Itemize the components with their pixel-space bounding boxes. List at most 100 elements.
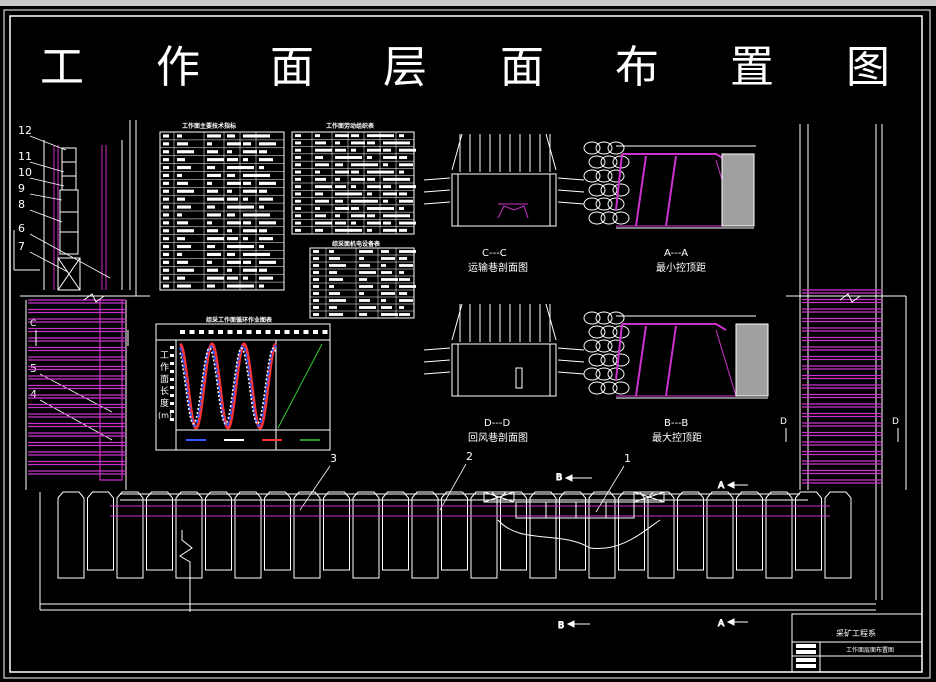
table-cell-text bbox=[177, 150, 194, 154]
table-cell-text bbox=[383, 163, 388, 167]
callout-1: 1 bbox=[624, 452, 631, 465]
table-cell-text bbox=[227, 173, 235, 178]
table-cell-text bbox=[383, 214, 400, 218]
table-cell-text bbox=[383, 170, 394, 174]
length-tick-label bbox=[170, 370, 174, 373]
table-cell-text bbox=[259, 134, 270, 138]
time-tick-label bbox=[284, 330, 290, 334]
table-cell-text bbox=[351, 185, 356, 189]
table-cell-text bbox=[399, 228, 407, 232]
support-frame bbox=[99, 299, 123, 481]
table-cell-text bbox=[243, 158, 248, 162]
table-cell-text bbox=[329, 306, 337, 309]
shield bbox=[264, 491, 291, 571]
table-cell-text bbox=[335, 214, 340, 218]
table-cell-text bbox=[367, 207, 384, 210]
shield bbox=[706, 491, 734, 579]
table-cell-text bbox=[359, 264, 370, 267]
table-cell-text bbox=[383, 156, 397, 159]
shield bbox=[411, 491, 439, 579]
table-cell-text bbox=[399, 156, 407, 159]
callout-11: 11 bbox=[18, 150, 32, 163]
coal-face bbox=[721, 153, 755, 227]
table-cell-text bbox=[383, 192, 397, 196]
section-a-mark: A---A bbox=[664, 248, 688, 259]
support-leg bbox=[635, 155, 647, 227]
table-cell-text bbox=[351, 192, 362, 196]
callout-10: 10 bbox=[18, 166, 32, 179]
shield bbox=[824, 491, 852, 579]
table-cell-text bbox=[259, 165, 264, 170]
table-cell-text bbox=[381, 264, 386, 267]
table-cell-text bbox=[177, 260, 188, 264]
table-cell-text bbox=[367, 214, 375, 218]
table-cell-text bbox=[177, 165, 191, 170]
shield bbox=[765, 491, 793, 579]
title-char: 图 bbox=[846, 42, 890, 93]
table-cell-text bbox=[259, 260, 276, 264]
shield bbox=[175, 491, 203, 579]
table-cell-text bbox=[243, 252, 260, 257]
support-leg bbox=[665, 155, 677, 227]
table-cell-text bbox=[359, 306, 376, 309]
table-cell-text bbox=[295, 221, 301, 225]
table-cell-text bbox=[329, 250, 334, 253]
table-cell-text bbox=[367, 156, 372, 159]
table-cell-text bbox=[227, 158, 238, 162]
caved-rock bbox=[612, 381, 630, 395]
table-cell-text bbox=[295, 192, 301, 196]
table-cell-text bbox=[177, 237, 185, 241]
coal-face bbox=[735, 323, 769, 397]
break-symbol bbox=[179, 530, 193, 612]
title-char: 面 bbox=[270, 42, 314, 93]
table-cell-text bbox=[243, 284, 254, 288]
table-cell-text bbox=[329, 313, 343, 316]
table-cell-text bbox=[381, 285, 389, 288]
table-cell-text bbox=[399, 141, 410, 145]
table-cell-text bbox=[335, 199, 343, 203]
rib-bolt bbox=[423, 347, 451, 351]
face-line bbox=[110, 505, 830, 517]
table-cell-text bbox=[259, 284, 264, 288]
rib-bolt bbox=[557, 359, 585, 363]
table-cell-text bbox=[399, 170, 404, 174]
time-tick-label bbox=[199, 330, 204, 334]
table-cell-text bbox=[315, 207, 320, 210]
callout-5: 5 bbox=[30, 362, 37, 375]
table-cell-text bbox=[207, 165, 215, 170]
cycle-chart-title: 综采工作面循环作业图表 bbox=[206, 316, 273, 324]
labor-organization-table: 工作面劳动组织表 bbox=[291, 122, 416, 235]
shield bbox=[647, 491, 675, 579]
table-cell-text bbox=[243, 181, 251, 185]
table-cell-text bbox=[399, 177, 410, 181]
table-cell-text bbox=[227, 229, 232, 233]
table-cell-text bbox=[351, 163, 368, 167]
min-roof-control-support bbox=[583, 141, 756, 229]
table-cell-text bbox=[383, 199, 388, 203]
table-cell-text bbox=[163, 150, 169, 154]
callout-12: 12 bbox=[18, 124, 32, 137]
table-cell-text bbox=[227, 252, 235, 257]
table-cell-text bbox=[243, 237, 248, 241]
arrow-label-a-mid: A bbox=[718, 481, 725, 491]
title-char: 置 bbox=[730, 42, 774, 93]
table-cell-text bbox=[243, 244, 254, 249]
table-cell-text bbox=[259, 252, 270, 257]
shield bbox=[618, 491, 645, 571]
table-cell-text bbox=[399, 250, 416, 253]
cad-drawing-canvas[interactable]: 工 作 面 层 面 布 置 图 12 11 10 9 8 6 7 5 4 3 2… bbox=[0, 6, 936, 682]
roadway-outline bbox=[451, 343, 557, 397]
table-cell-text bbox=[313, 271, 319, 274]
caved-rock bbox=[607, 141, 625, 155]
table-cell-text bbox=[351, 134, 359, 138]
table-cell-text bbox=[207, 252, 221, 257]
support-leg bbox=[635, 325, 647, 397]
table-cell-text bbox=[243, 142, 251, 146]
table-cell-text bbox=[399, 292, 407, 295]
table-cell-text bbox=[335, 148, 346, 152]
table-cell-text bbox=[227, 237, 238, 241]
table-cell-text bbox=[163, 181, 169, 185]
arrow-label-a-bottom: A bbox=[718, 619, 725, 629]
shield bbox=[205, 491, 232, 571]
table-cell-text bbox=[367, 148, 381, 152]
